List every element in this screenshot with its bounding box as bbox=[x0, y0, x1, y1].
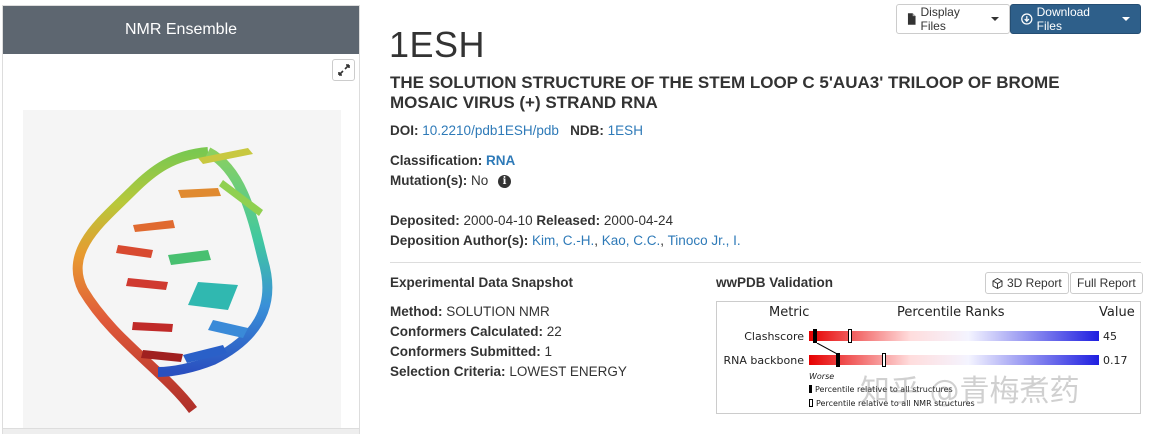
classification-link[interactable]: RNA bbox=[486, 153, 515, 168]
deposited-value: 2000-04-10 bbox=[463, 213, 533, 228]
legend-white-marker bbox=[809, 399, 813, 407]
author-link[interactable]: Kim, C.-H. bbox=[532, 233, 594, 248]
download-icon bbox=[1021, 13, 1033, 25]
legend-black-marker bbox=[809, 385, 812, 393]
selection-criteria-label: Selection Criteria: bbox=[390, 364, 506, 379]
method-label: Method: bbox=[390, 304, 443, 319]
clashscore-all-marker bbox=[812, 329, 817, 343]
rna-backbone-nmr-marker bbox=[882, 353, 887, 367]
released-value: 2000-04-24 bbox=[603, 213, 673, 228]
caret-down-icon bbox=[1122, 17, 1130, 21]
selection-criteria-line: Selection Criteria: LOWEST ENERGY bbox=[390, 364, 627, 379]
pdb-id-heading: 1ESH bbox=[389, 24, 486, 65]
3d-report-label: 3D Report bbox=[1007, 276, 1062, 290]
mutation-line: Mutation(s): No i bbox=[390, 173, 512, 188]
structure-viewer[interactable] bbox=[23, 110, 341, 430]
panel-header: NMR Ensemble bbox=[3, 6, 359, 54]
rna-backbone-all-marker bbox=[836, 353, 840, 367]
download-files-label: Download Files bbox=[1036, 5, 1090, 33]
full-report-label: Full Report bbox=[1077, 276, 1136, 290]
author-link[interactable]: Kao, C.C. bbox=[602, 233, 661, 248]
percentile-column-header: Percentile Ranks bbox=[897, 305, 1005, 320]
full-report-button[interactable]: Full Report bbox=[1070, 272, 1143, 294]
panel-title: NMR Ensemble bbox=[124, 21, 238, 38]
author-link[interactable]: Tinoco Jr., I. bbox=[668, 233, 741, 248]
classification-label: Classification: bbox=[390, 153, 483, 168]
metric-value: 0.17 bbox=[1103, 354, 1128, 367]
ndb-label: NDB: bbox=[570, 123, 604, 138]
validation-heading: wwPDB Validation bbox=[716, 275, 834, 290]
watermark-text: 知乎 @青梅煮药 bbox=[860, 374, 1080, 409]
clashscore-bar bbox=[809, 331, 1099, 341]
cube-icon bbox=[992, 277, 1003, 289]
ndb-link[interactable]: 1ESH bbox=[608, 123, 643, 138]
metric-name: RNA backbone bbox=[723, 354, 805, 367]
deposited-label: Deposited: bbox=[390, 213, 460, 228]
worse-label: Worse bbox=[809, 372, 835, 381]
marker-connector-line bbox=[816, 343, 840, 355]
doi-link[interactable]: 10.2210/pdb1ESH/pdb bbox=[422, 123, 559, 138]
value-column-header: Value bbox=[1099, 305, 1135, 320]
display-files-label: Display Files bbox=[920, 5, 960, 33]
display-files-button[interactable]: Display Files bbox=[896, 4, 1010, 34]
entry-title: THE SOLUTION STRUCTURE OF THE STEM LOOP … bbox=[390, 73, 1060, 112]
metric-value: 45 bbox=[1103, 330, 1117, 343]
panel-footer bbox=[3, 428, 359, 434]
conformers-calculated-value: 22 bbox=[546, 324, 562, 339]
method-line: Method: SOLUTION NMR bbox=[390, 304, 550, 319]
conformers-submitted-label: Conformers Submitted: bbox=[390, 344, 541, 359]
metric-column-header: Metric bbox=[769, 305, 810, 320]
expand-icon bbox=[337, 64, 350, 76]
file-icon bbox=[907, 13, 916, 25]
download-files-button[interactable]: Download Files bbox=[1010, 4, 1141, 34]
method-value: SOLUTION NMR bbox=[446, 304, 550, 319]
classification-line: Classification: RNA bbox=[390, 153, 515, 168]
section-divider bbox=[390, 262, 1141, 263]
conformers-submitted-value: 1 bbox=[544, 344, 553, 359]
selection-criteria-value: LOWEST ENERGY bbox=[509, 364, 627, 379]
info-icon[interactable]: i bbox=[498, 175, 512, 188]
metric-name: Clashscore bbox=[744, 330, 804, 343]
rna-structure-image bbox=[72, 147, 273, 414]
mutation-value: No bbox=[471, 173, 489, 188]
nmr-ensemble-panel: NMR Ensemble bbox=[2, 5, 360, 434]
3d-report-button[interactable]: 3D Report bbox=[985, 272, 1069, 294]
dates-line: Deposited: 2000-04-10 Released: 2000-04-… bbox=[390, 213, 673, 228]
rna-backbone-bar bbox=[809, 355, 1099, 365]
conformers-calculated-label: Conformers Calculated: bbox=[390, 324, 544, 339]
clashscore-nmr-marker bbox=[847, 329, 852, 343]
authors-label: Deposition Author(s): bbox=[390, 233, 529, 248]
caret-down-icon bbox=[991, 17, 999, 21]
conformers-calculated-line: Conformers Calculated: 22 bbox=[390, 324, 562, 339]
mutation-label: Mutation(s): bbox=[390, 173, 468, 188]
conformers-submitted-line: Conformers Submitted: 1 bbox=[390, 344, 552, 359]
released-label: Released: bbox=[536, 213, 601, 228]
expand-button[interactable] bbox=[332, 59, 355, 81]
doi-line: DOI: 10.2210/pdb1ESH/pdb NDB: 1ESH bbox=[390, 123, 643, 138]
experimental-heading: Experimental Data Snapshot bbox=[390, 275, 574, 290]
doi-label: DOI: bbox=[390, 123, 419, 138]
authors-line: Deposition Author(s): Kim, C.-H., Kao, C… bbox=[390, 233, 741, 248]
